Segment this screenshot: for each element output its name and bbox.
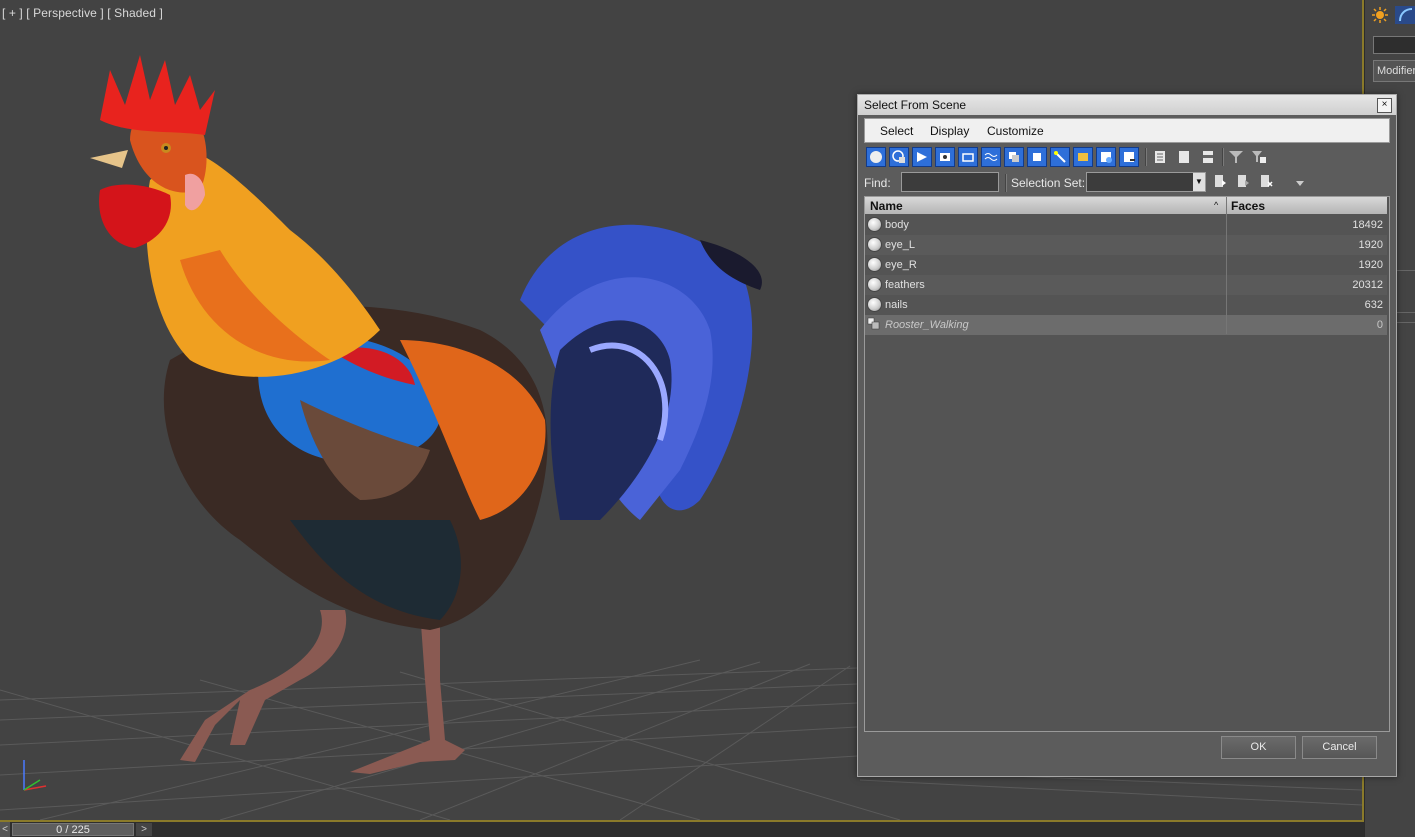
cameras-filter-icon[interactable] — [935, 147, 955, 167]
select-all-icon[interactable] — [1150, 147, 1170, 167]
face-count: 20312 — [1352, 279, 1383, 291]
time-next-button[interactable]: > — [136, 823, 152, 836]
column-divider — [1226, 214, 1227, 334]
list-item[interactable]: eye_L 1920 — [865, 235, 1387, 255]
geometry-sphere-icon — [867, 297, 882, 312]
ok-button[interactable]: OK — [1221, 736, 1296, 759]
xrefs-filter-icon[interactable] — [1027, 147, 1047, 167]
list-item[interactable]: body 18492 — [865, 215, 1387, 235]
list-item[interactable]: eye_R 1920 — [865, 255, 1387, 275]
object-name: feathers — [885, 279, 925, 291]
object-name: body — [885, 219, 909, 231]
frozen-filter-icon[interactable] — [1096, 147, 1116, 167]
panel-divider — [1395, 322, 1415, 323]
face-count: 1920 — [1358, 239, 1383, 251]
menu-customize[interactable]: Customize — [987, 124, 1044, 138]
filter-toolbar — [864, 145, 1388, 169]
find-input[interactable] — [901, 172, 999, 192]
geometry-sphere-icon — [867, 237, 882, 252]
object-name-field[interactable] — [1373, 36, 1415, 54]
viewport-label[interactable]: [ + ] [ Perspective ] [ Shaded ] — [2, 6, 163, 20]
menu-select[interactable]: Select — [880, 124, 913, 138]
hidden-filter-icon[interactable] — [1119, 147, 1139, 167]
edit-selection-set-icon[interactable] — [1233, 171, 1253, 191]
menu-display[interactable]: Display — [930, 124, 969, 138]
geometry-sphere-icon — [867, 277, 882, 292]
list-item[interactable]: nails 632 — [865, 295, 1387, 315]
menu-bar: Select Display Customize — [864, 118, 1390, 143]
panel-divider — [1395, 312, 1415, 313]
dialog-titlebar[interactable]: Select From Scene × — [858, 95, 1396, 115]
helpers-filter-icon[interactable] — [958, 147, 978, 167]
select-none-icon[interactable] — [1174, 147, 1194, 167]
face-count: 18492 — [1352, 219, 1383, 231]
remove-selection-set-icon[interactable] — [1256, 171, 1276, 191]
axis-gizmo — [23, 760, 47, 791]
chevron-down-icon[interactable]: ▼ — [1193, 173, 1205, 191]
list-item[interactable]: feathers 20312 — [865, 275, 1387, 295]
list-header: Name ^ Faces — [865, 197, 1387, 214]
options-dropdown-icon[interactable] — [1290, 173, 1310, 193]
dialog-title: Select From Scene — [864, 98, 967, 112]
panel-divider — [1395, 270, 1415, 271]
cancel-button[interactable]: Cancel — [1302, 736, 1377, 759]
lights-filter-icon[interactable] — [912, 147, 932, 167]
arc-icon[interactable] — [1395, 6, 1415, 24]
close-icon[interactable]: × — [1377, 98, 1392, 113]
containers-filter-icon[interactable] — [1073, 147, 1093, 167]
object-name: nails — [885, 299, 908, 311]
sun-icon[interactable] — [1371, 6, 1389, 24]
filter-icon[interactable] — [1226, 147, 1246, 167]
scene-object-list[interactable]: Name ^ Faces body 18492 eye_L 1920 eye_R… — [864, 196, 1390, 732]
invert-selection-icon[interactable] — [1198, 147, 1218, 167]
object-name: eye_L — [885, 239, 915, 251]
face-count: 632 — [1364, 299, 1383, 311]
groups-filter-icon[interactable] — [1004, 147, 1024, 167]
toolbar-separator — [1222, 148, 1224, 166]
sort-icon[interactable]: ^ — [1214, 200, 1218, 210]
time-prev-button[interactable]: < — [0, 822, 10, 837]
face-count: 0 — [1376, 319, 1383, 331]
geometry-sphere-icon — [867, 257, 882, 272]
column-header-faces[interactable]: Faces — [1231, 199, 1265, 213]
object-name: eye_R — [885, 259, 917, 271]
column-divider[interactable] — [1226, 197, 1227, 214]
list-item[interactable]: Rooster_Walking 0 — [865, 315, 1387, 335]
rooster-tail — [520, 224, 762, 520]
geometry-filter-icon[interactable] — [866, 147, 886, 167]
geometry-sphere-icon — [867, 217, 882, 232]
toolbar-separator — [1145, 148, 1147, 166]
column-header-name[interactable]: Name — [870, 199, 903, 213]
spacewarps-filter-icon[interactable] — [981, 147, 1001, 167]
shapes-filter-icon[interactable] — [889, 147, 909, 167]
add-selection-set-icon[interactable] — [1210, 171, 1230, 191]
bones-filter-icon[interactable] — [1050, 147, 1070, 167]
filter-settings-icon[interactable] — [1249, 147, 1269, 167]
modifier-list-dropdown[interactable]: Modifier — [1373, 60, 1415, 82]
rooster-head — [90, 55, 380, 377]
find-row: Find: Selection Set: ▼ — [864, 171, 1388, 193]
find-label: Find: — [864, 176, 891, 190]
face-count: 1920 — [1358, 259, 1383, 271]
select-from-scene-dialog: Select From Scene × Select Display Custo… — [857, 94, 1397, 777]
time-slider-bar: < 0 / 225 > — [0, 822, 1364, 837]
toolbar-separator — [1005, 174, 1007, 192]
selection-set-dropdown[interactable]: ▼ — [1086, 172, 1206, 192]
selection-set-label: Selection Set: — [1011, 176, 1086, 190]
time-slider[interactable]: 0 / 225 — [12, 823, 134, 836]
group-icon — [867, 317, 882, 332]
object-name: Rooster_Walking — [885, 319, 969, 331]
